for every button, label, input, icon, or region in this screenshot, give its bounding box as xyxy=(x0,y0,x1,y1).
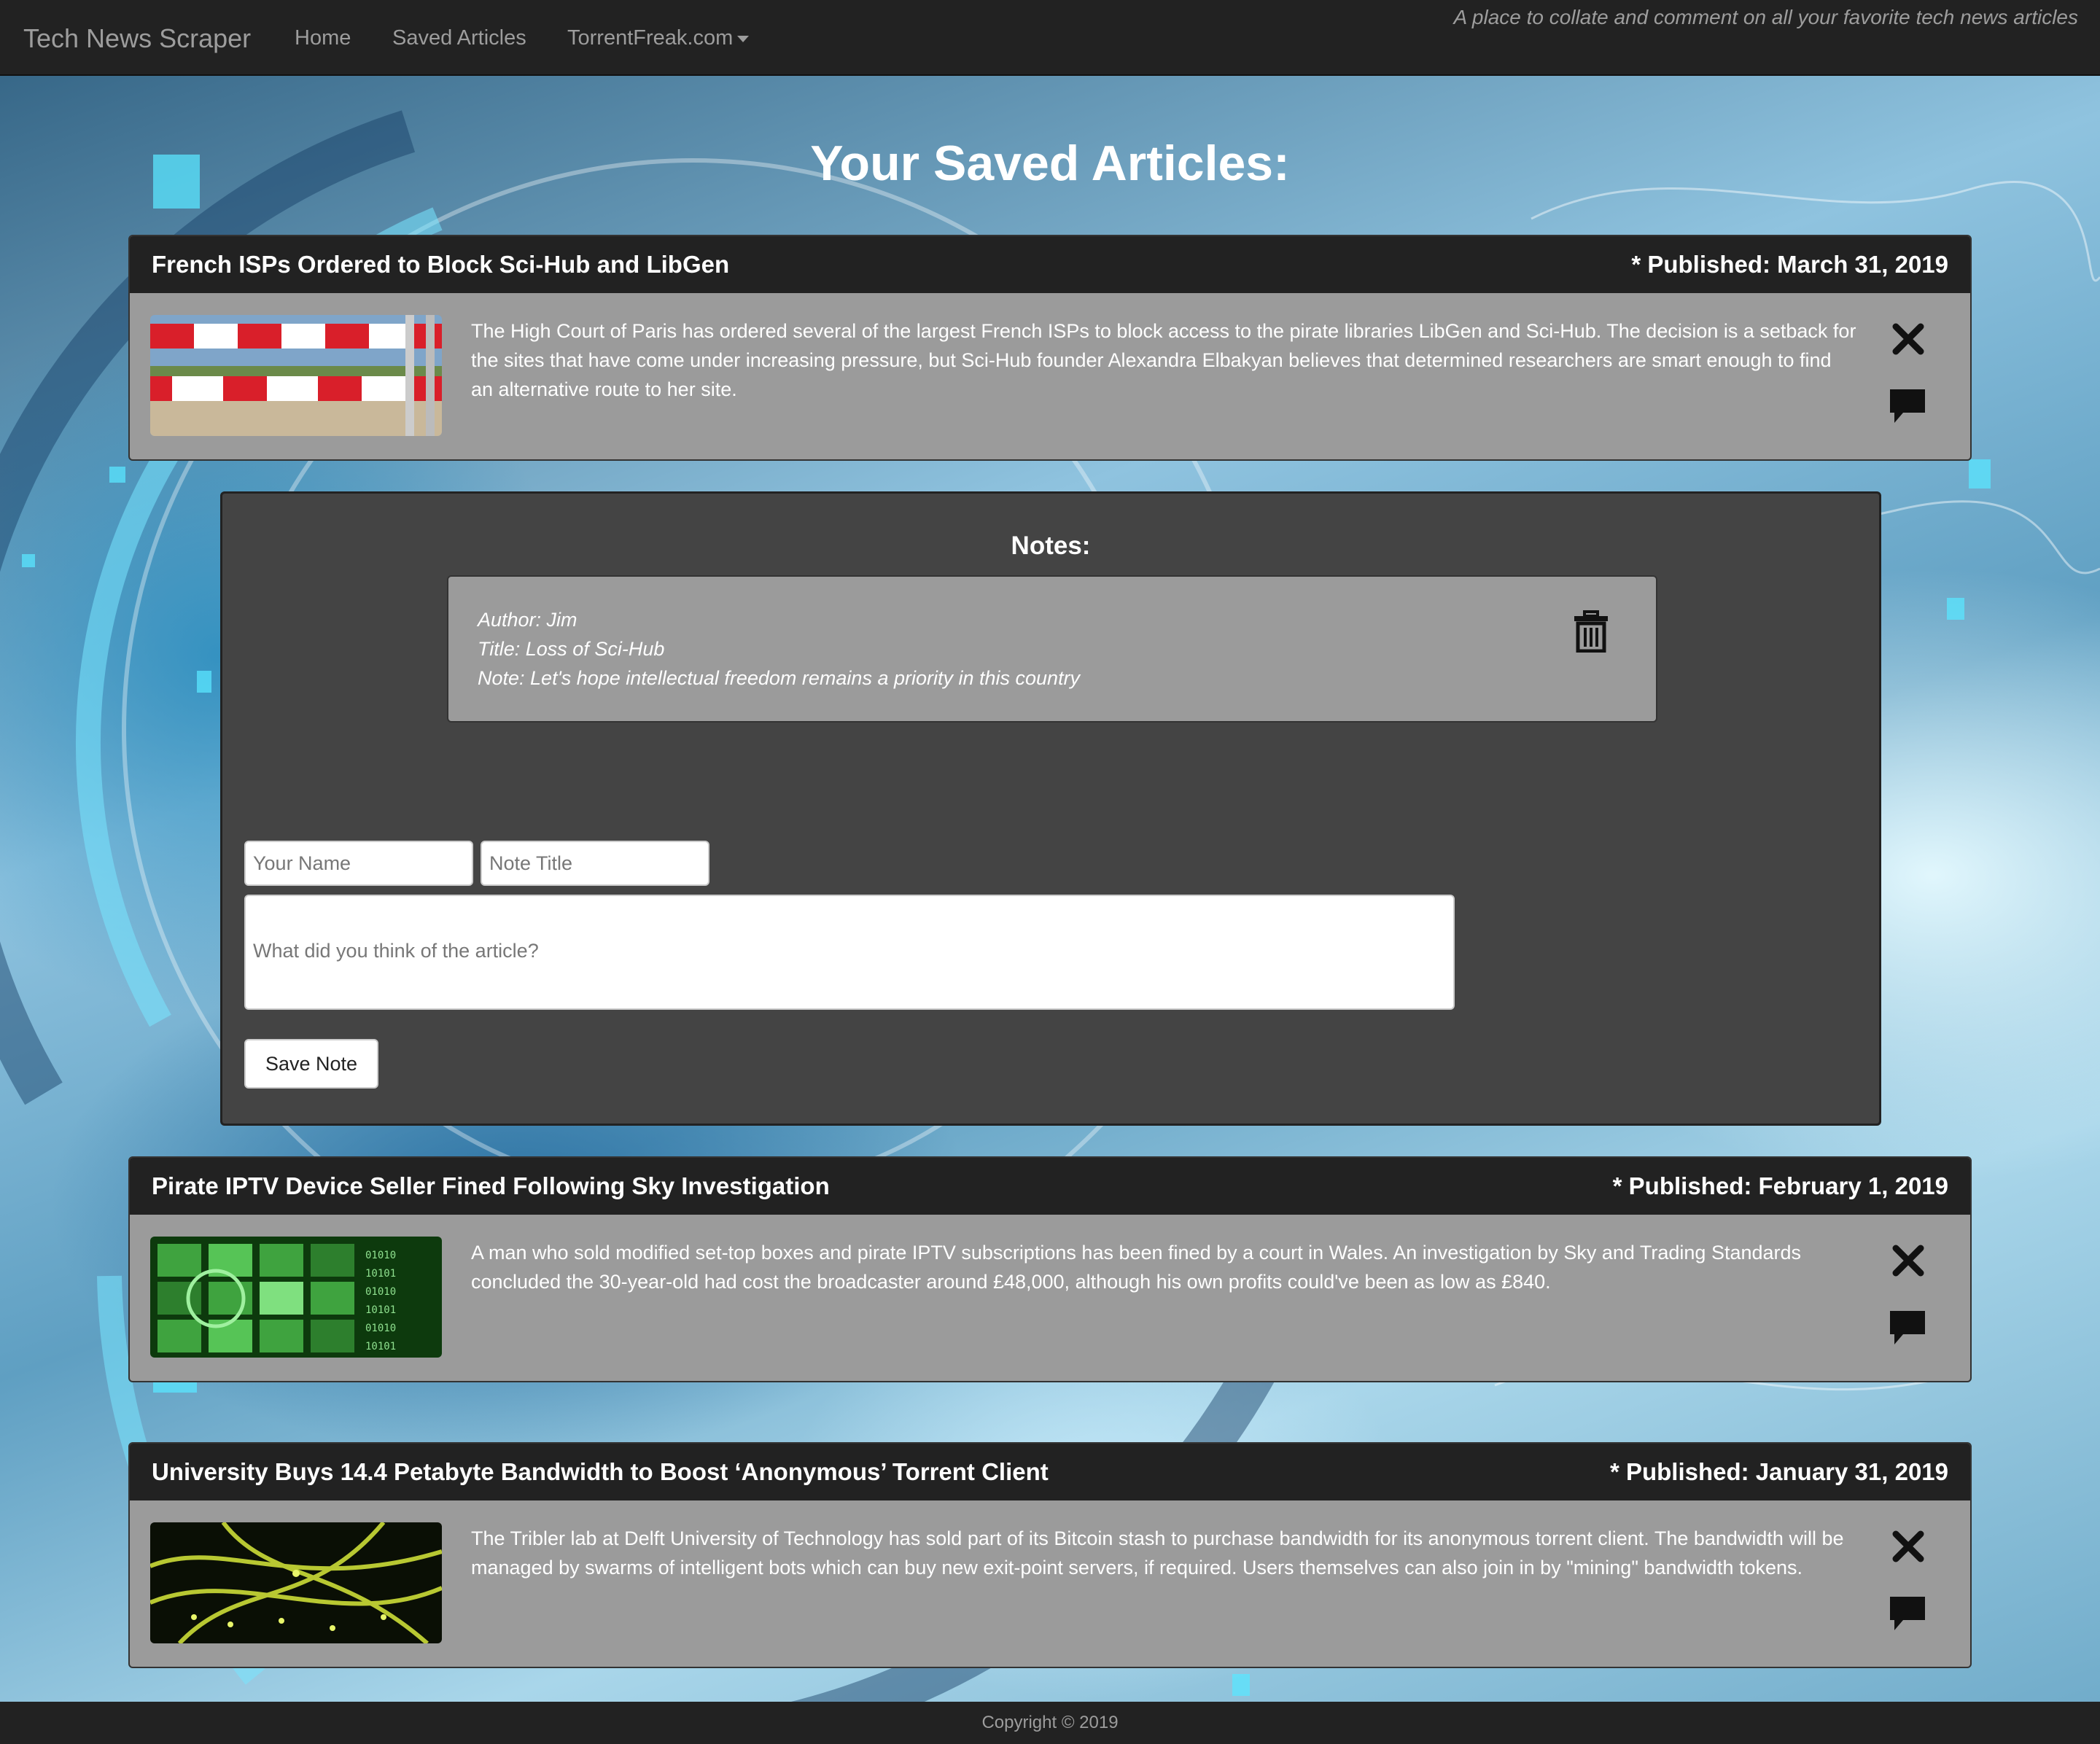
notes-heading: Notes: xyxy=(1011,532,1091,560)
navbar: Tech News Scraper Home Saved Articles To… xyxy=(0,0,2100,76)
notes-panel: Notes: Author: Jim Title: Loss of Sci-Hu… xyxy=(220,491,1881,1126)
article-card: Pirate IPTV Device Seller Fined Followin… xyxy=(128,1156,1972,1382)
dropdown-label: TorrentFreak.com xyxy=(567,26,734,50)
close-icon[interactable] xyxy=(1891,322,1925,356)
nav-saved-articles[interactable]: Saved Articles xyxy=(392,26,526,50)
chevron-down-icon xyxy=(737,35,750,42)
article-card: French ISPs Ordered to Block Sci-Hub and… xyxy=(128,235,1972,461)
svg-text:10101: 10101 xyxy=(365,1268,396,1280)
copyright-text: Copyright © 2019 xyxy=(981,1713,1119,1732)
tagline: A place to collate and comment on all yo… xyxy=(1453,6,2078,28)
article-summary: A man who sold modified set-top boxes an… xyxy=(471,1242,1802,1293)
article-thumbnail: 01010 10101 01010 10101 01010 10101 xyxy=(150,1237,442,1358)
article-title[interactable]: French ISPs Ordered to Block Sci-Hub and… xyxy=(152,251,729,279)
comment-icon[interactable] xyxy=(1889,1309,1926,1346)
svg-text:10101: 10101 xyxy=(365,1304,396,1316)
article-summary: The Tribler lab at Delft University of T… xyxy=(471,1527,1844,1578)
article-body: The Tribler lab at Delft University of T… xyxy=(130,1500,1970,1667)
page-title: Your Saved Articles: xyxy=(810,136,1290,191)
svg-text:01010: 01010 xyxy=(365,1286,396,1298)
article-header: French ISPs Ordered to Block Sci-Hub and… xyxy=(130,236,1970,293)
svg-text:10101: 10101 xyxy=(365,1341,396,1352)
comment-icon[interactable] xyxy=(1889,388,1926,424)
save-note-button[interactable]: Save Note xyxy=(244,1039,378,1089)
svg-text:01010: 01010 xyxy=(365,1323,396,1334)
name-input[interactable] xyxy=(244,841,473,886)
close-icon[interactable] xyxy=(1891,1530,1925,1563)
article-title[interactable]: University Buys 14.4 Petabyte Bandwidth … xyxy=(152,1458,1049,1486)
comment-icon[interactable] xyxy=(1889,1595,1926,1632)
trash-icon[interactable] xyxy=(1573,610,1609,653)
article-body: The High Court of Paris has ordered seve… xyxy=(130,293,1970,459)
brand-link[interactable]: Tech News Scraper xyxy=(23,23,251,54)
article-date: * Published: January 31, 2019 xyxy=(1609,1458,1948,1485)
article-title[interactable]: Pirate IPTV Device Seller Fined Followin… xyxy=(152,1172,830,1200)
article-thumbnail xyxy=(150,315,442,436)
footer: Copyright © 2019 xyxy=(0,1702,2100,1744)
article-date: * Published: February 1, 2019 xyxy=(1612,1172,1948,1199)
article-thumbnail xyxy=(150,1522,442,1643)
note-author: Author: Jim xyxy=(478,609,578,631)
article-header: University Buys 14.4 Petabyte Bandwidth … xyxy=(130,1444,1970,1500)
close-icon[interactable] xyxy=(1891,1244,1925,1277)
article-date: * Published: March 31, 2019 xyxy=(1631,251,1948,278)
article-summary: The High Court of Paris has ordered seve… xyxy=(471,320,1856,400)
note-title-input[interactable] xyxy=(481,841,709,886)
nav-home[interactable]: Home xyxy=(295,26,351,50)
nav-source-dropdown[interactable]: TorrentFreak.com xyxy=(567,26,750,50)
svg-text:01010: 01010 xyxy=(365,1250,396,1261)
note-body-textarea[interactable] xyxy=(244,895,1455,1010)
note-item: Author: Jim Title: Loss of Sci-Hub Note:… xyxy=(447,575,1657,723)
article-body: 01010 10101 01010 10101 01010 10101 A man wh… xyxy=(130,1215,1970,1381)
article-card: University Buys 14.4 Petabyte Bandwidth … xyxy=(128,1442,1972,1668)
note-text: Note: Let's hope intellectual freedom re… xyxy=(478,667,1081,689)
article-header: Pirate IPTV Device Seller Fined Followin… xyxy=(130,1158,1970,1215)
note-title: Title: Loss of Sci-Hub xyxy=(478,638,665,660)
